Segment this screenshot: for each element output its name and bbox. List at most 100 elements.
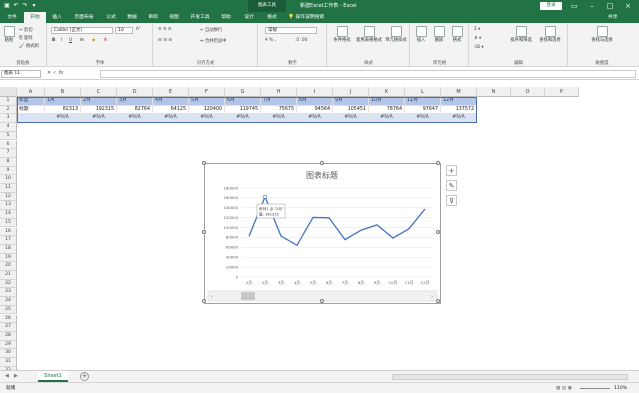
cell-D1[interactable]: 3月 — [117, 97, 153, 106]
row-header-15[interactable]: 15 — [0, 219, 17, 228]
tab-review[interactable]: 审阅 — [143, 12, 163, 23]
font-color-icon[interactable]: A — [104, 38, 107, 43]
row-header-30[interactable]: 30 — [0, 349, 17, 358]
cell-I2[interactable]: 94564 — [297, 106, 333, 115]
clear-icon[interactable]: ⌫ ▾ — [474, 45, 484, 50]
name-box[interactable]: 图表 11 — [1, 70, 41, 78]
row-header-26[interactable]: 26 — [0, 315, 17, 324]
cell-J3[interactable]: #N/A — [333, 114, 369, 123]
cell-F3[interactable]: #N/A — [189, 114, 225, 123]
decimal-icon[interactable]: .0 .00 — [295, 38, 307, 43]
cell-D3[interactable]: #N/A — [117, 114, 153, 123]
column-header-A[interactable]: A — [17, 87, 45, 97]
merge-center-button[interactable]: ⇔ 合并后居中 — [200, 38, 226, 44]
copy-button[interactable]: ⎘ 复制 — [19, 35, 32, 41]
qat-more-icon[interactable]: ▾ — [30, 2, 38, 10]
redo-icon[interactable]: ↷ — [21, 2, 29, 10]
tab-help[interactable]: 帮助 — [216, 12, 236, 23]
cell-K3[interactable]: #N/A — [369, 114, 405, 123]
resize-handle-w[interactable] — [202, 230, 206, 234]
row-header-29[interactable]: 29 — [0, 341, 17, 350]
cell-C3[interactable]: #N/A — [81, 114, 117, 123]
cell-I1[interactable]: 8月 — [297, 97, 333, 106]
cell-L2[interactable]: 97647 — [405, 106, 441, 115]
chart-elements-button[interactable]: + — [446, 165, 457, 176]
paste-button[interactable]: 粘贴 — [2, 26, 16, 43]
underline-button[interactable]: U — [69, 38, 72, 43]
row-header-23[interactable]: 23 — [0, 288, 17, 297]
undo-icon[interactable]: ↶ — [12, 2, 20, 10]
row-header-28[interactable]: 28 — [0, 332, 17, 341]
resize-handle-se[interactable] — [436, 299, 440, 303]
share-button[interactable]: 共享 — [608, 12, 618, 23]
column-header-B[interactable]: B — [45, 87, 81, 97]
font-size-select[interactable]: 10 — [115, 27, 133, 34]
insert-cells-button[interactable]: 插入 — [413, 26, 429, 43]
row-header-31[interactable]: 31 — [0, 358, 17, 367]
cell-K2[interactable]: 78764 — [369, 106, 405, 115]
row-header-25[interactable]: 25 — [0, 306, 17, 315]
row-header-27[interactable]: 27 — [0, 323, 17, 332]
cell-G1[interactable]: 6月 — [225, 97, 261, 106]
cell-E3[interactable]: #N/A — [153, 114, 189, 123]
cell-E1[interactable]: 4月 — [153, 97, 189, 106]
font-name-select[interactable]: Calibri (正文) — [51, 27, 113, 34]
tab-view[interactable]: 视图 — [164, 12, 184, 23]
column-header-N[interactable]: N — [477, 87, 511, 97]
cell-L1[interactable]: 11月 — [405, 97, 441, 106]
find-select-button[interactable]: 查找和选择 — [536, 26, 564, 43]
column-header-G[interactable]: G — [225, 87, 261, 97]
resize-handle-s[interactable] — [320, 299, 324, 303]
column-header-E[interactable]: E — [153, 87, 189, 97]
close-icon[interactable]: × — [620, 0, 636, 12]
cell-B1[interactable]: 1月 — [45, 97, 81, 106]
cell-D2[interactable]: 82764 — [117, 106, 153, 115]
cell-H3[interactable]: #N/A — [261, 114, 297, 123]
chart-object[interactable]: 图表标题 02000040000600008000010000012000014… — [204, 163, 441, 304]
tab-page-layout[interactable]: 页面布局 — [68, 12, 100, 23]
column-header-M[interactable]: M — [441, 87, 477, 97]
tab-file[interactable]: 文件 — [2, 12, 22, 23]
number-format-select[interactable]: 常规 — [265, 27, 317, 34]
scroll-right-icon[interactable]: › — [431, 294, 433, 300]
row-header-7[interactable]: 7 — [0, 149, 17, 158]
tab-data[interactable]: 数据 — [122, 12, 142, 23]
cell-F1[interactable]: 5月 — [189, 97, 225, 106]
select-all-corner[interactable] — [0, 87, 17, 97]
row-header-1[interactable]: 1 — [0, 97, 17, 106]
fill-color-icon[interactable]: ◆ — [92, 38, 95, 43]
row-header-20[interactable]: 20 — [0, 262, 17, 271]
border-icon[interactable]: ⊞ — [80, 38, 84, 43]
ribbon-display-icon[interactable]: ▭ — [566, 0, 582, 12]
align-top-icon[interactable]: ≡ ≡ ≡ — [158, 27, 172, 32]
tab-format[interactable]: 格式 — [261, 12, 283, 23]
row-header-5[interactable]: 5 — [0, 132, 17, 141]
tab-insert[interactable]: 插入 — [47, 12, 67, 23]
chart-styles-brush-icon[interactable]: ✎ — [446, 180, 457, 191]
delete-cells-button[interactable]: 删除 — [431, 26, 447, 43]
row-header-21[interactable]: 21 — [0, 271, 17, 280]
cell-M3[interactable]: #N/A — [441, 114, 477, 123]
sheet-nav-next-icon[interactable]: ▶ — [14, 373, 18, 379]
resize-handle-nw[interactable] — [202, 161, 206, 165]
align-left-icon[interactable]: ☰ ☰ ☰ — [158, 38, 172, 43]
cell-F2[interactable]: 120400 — [189, 106, 225, 115]
column-header-J[interactable]: J — [333, 87, 369, 97]
tab-developer[interactable]: 开发工具 — [185, 12, 215, 23]
sensitivity-button[interactable]: 查找与选择 — [587, 26, 617, 43]
column-header-I[interactable]: I — [297, 87, 333, 97]
row-header-8[interactable]: 8 — [0, 158, 17, 167]
cell-A3[interactable] — [17, 114, 45, 123]
tab-formulas[interactable]: 公式 — [101, 12, 121, 23]
column-header-F[interactable]: F — [189, 87, 225, 97]
row-header-24[interactable]: 24 — [0, 297, 17, 306]
data-point[interactable] — [263, 195, 266, 198]
cell-M2[interactable]: 137572 — [441, 106, 477, 115]
sheet-tab-sheet1[interactable]: Sheet1 — [38, 371, 68, 382]
row-header-17[interactable]: 17 — [0, 236, 17, 245]
zoom-slider[interactable] — [580, 388, 610, 389]
column-header-D[interactable]: D — [117, 87, 153, 97]
chart-scrollbar-thumb[interactable] — [241, 292, 255, 300]
row-header-9[interactable]: 9 — [0, 167, 17, 176]
cell-C1[interactable]: 2月 — [81, 97, 117, 106]
